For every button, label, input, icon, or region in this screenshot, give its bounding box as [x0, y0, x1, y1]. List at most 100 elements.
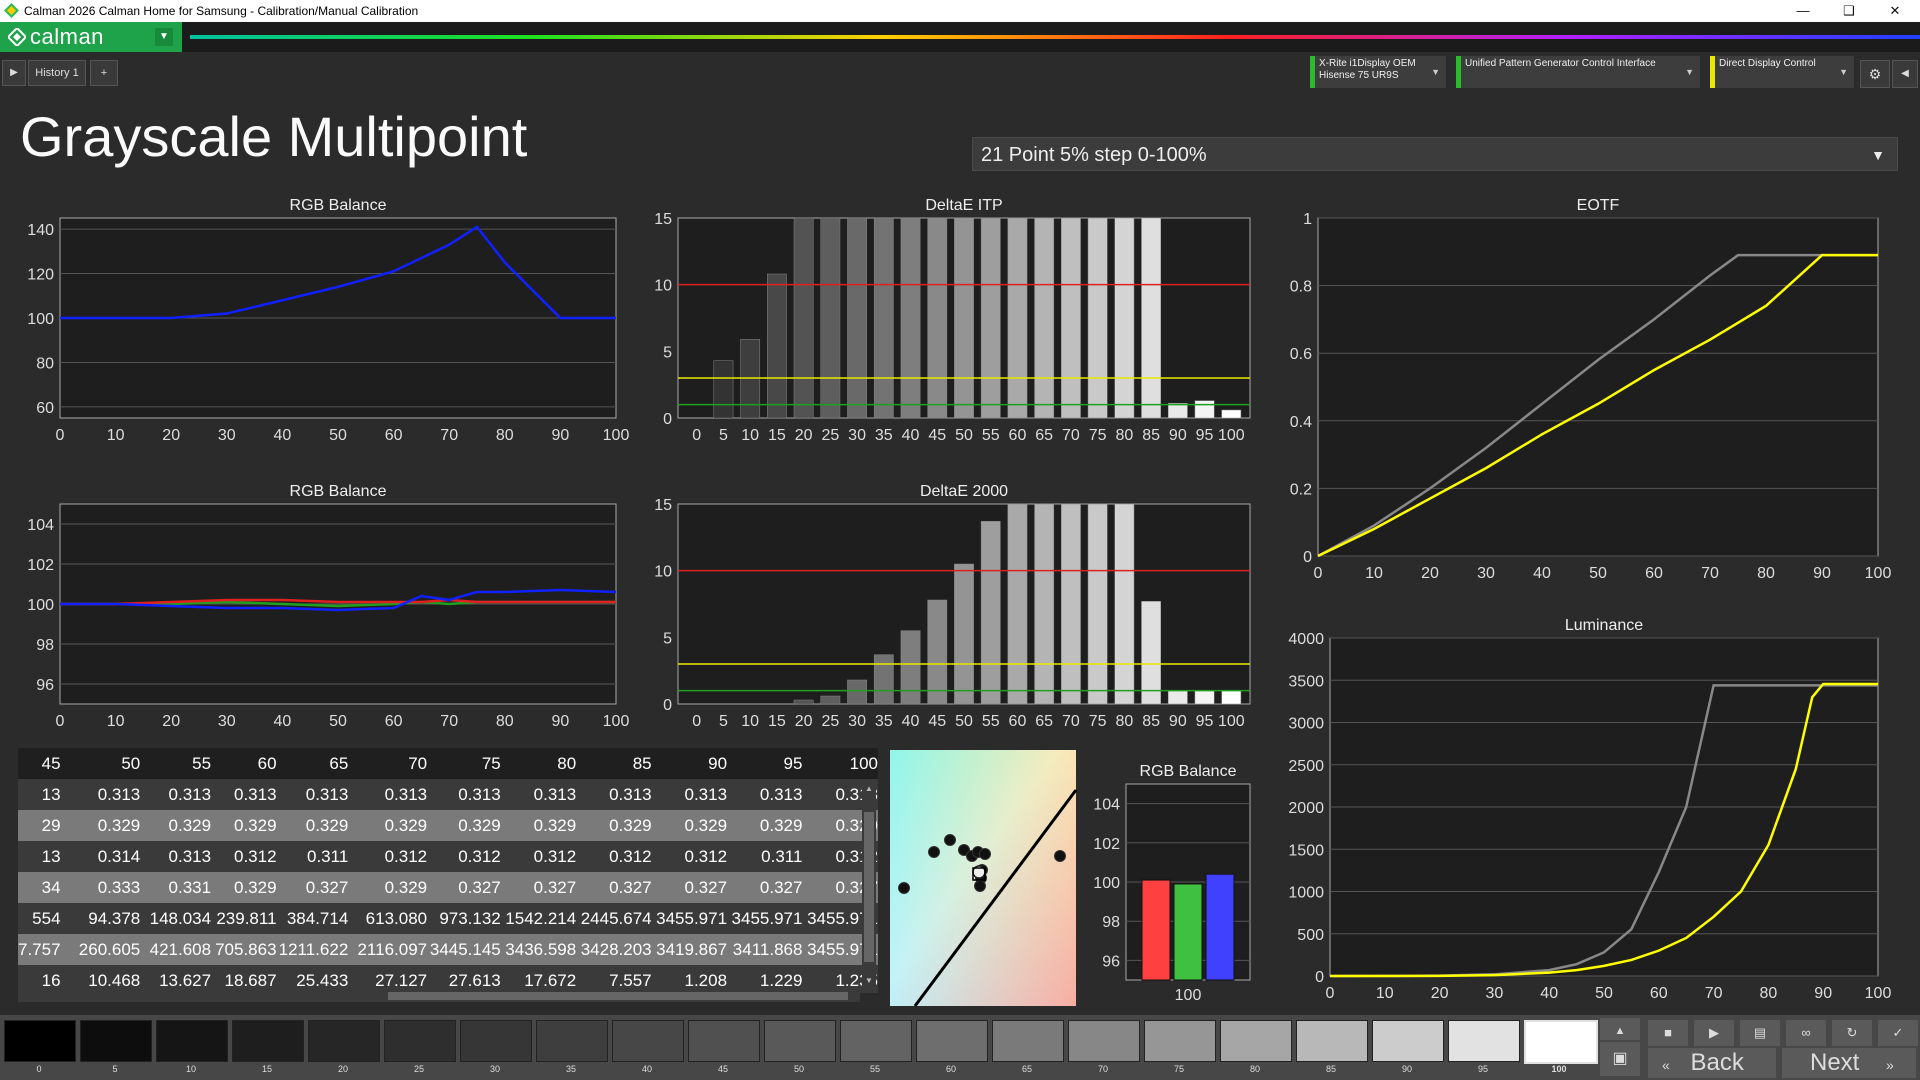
hscrollbar-thumb[interactable]: [388, 992, 848, 1000]
eotf-plot-area: [1317, 217, 1879, 557]
swatch-85[interactable]: [1296, 1020, 1368, 1062]
swatch-label: 75: [1173, 1064, 1184, 1074]
rgb-balance-bottom-xtick: 70: [440, 713, 458, 730]
deltae-2000-ytick: 5: [663, 630, 672, 647]
swatch-95[interactable]: [1448, 1020, 1520, 1062]
table-cell: 0.329: [651, 810, 728, 841]
table-cell: 2445.674: [576, 903, 652, 934]
swatch-5[interactable]: [80, 1020, 152, 1062]
swatch-label: 55: [869, 1064, 880, 1074]
swatch-label: 90: [1401, 1064, 1412, 1074]
eotf-xtick: 90: [1813, 565, 1831, 582]
table-cell: 0.329: [348, 872, 428, 903]
swatch-25[interactable]: [384, 1020, 456, 1062]
deltae-itp-xtick: 25: [821, 427, 839, 444]
table-cell: 0.329: [576, 810, 652, 841]
swatch-0[interactable]: [4, 1020, 76, 1062]
rgb-balance-small-ytick: 102: [1093, 836, 1120, 853]
check-icon[interactable]: ✓: [1878, 1020, 1918, 1046]
table-cell: 1.208: [651, 965, 728, 993]
rgb-balance-bottom-ytick: 102: [27, 557, 54, 574]
table-cell: 0.313: [211, 779, 277, 810]
swatch-55[interactable]: [840, 1020, 912, 1062]
stop-icon[interactable]: ■: [1648, 1020, 1688, 1046]
rgb-balance-top-xtick: 40: [274, 427, 292, 444]
swatch-90[interactable]: [1372, 1020, 1444, 1062]
swatch-label: 70: [1097, 1064, 1108, 1074]
deltae-itp-ytick: 0: [663, 411, 672, 428]
deltae-2000-bar: [1087, 503, 1108, 705]
swatch-60[interactable]: [916, 1020, 988, 1062]
table-cell: 260.605: [60, 934, 141, 965]
table-cell: 973.132: [427, 903, 501, 934]
deltae-2000-title: DeltaE 2000: [920, 483, 1008, 500]
luminance-ytick: 3500: [1288, 673, 1324, 690]
play-measure-icon[interactable]: ▶: [1694, 1020, 1734, 1046]
table-cell: 0.327: [576, 872, 652, 903]
swatch-50[interactable]: [764, 1020, 836, 1062]
table-cell: 0.312: [211, 841, 277, 872]
deltae-2000-xtick: 70: [1062, 713, 1080, 730]
eotf-ytick: 1: [1303, 211, 1312, 228]
table-cell: 1211.622: [276, 934, 349, 965]
swatch-70[interactable]: [1068, 1020, 1140, 1062]
rgb-balance-small-chart: RGB Balance 104 102 100 98 96 100: [1093, 763, 1251, 1004]
eotf-ytick: 0.2: [1290, 481, 1312, 498]
table-row: 34 0.333 0.331 0.329 0.327 0.329 0.327 0.327 0.3…: [18, 872, 878, 903]
rgb-balance-small-xlabel: 100: [1175, 987, 1202, 1004]
swatch-20[interactable]: [308, 1020, 380, 1062]
deltae-itp-xtick: 70: [1062, 427, 1080, 444]
back-button[interactable]: « Back: [1648, 1048, 1776, 1078]
table-row: 7.757 260.605 421.608 705.863 1211.622 2116.0…: [18, 934, 878, 965]
swatch-label: 40: [641, 1064, 652, 1074]
deltae-itp-ytick: 10: [654, 278, 672, 295]
next-label: Next: [1810, 1049, 1860, 1076]
scrollbar-thumb[interactable]: [864, 812, 874, 962]
luminance-xtick: 60: [1650, 985, 1668, 1002]
deltae-itp-bar: [1007, 217, 1028, 419]
scroll-down-icon[interactable]: ▼: [864, 976, 874, 986]
table-cell: 3436.598: [500, 934, 577, 965]
deltae-itp-bar: [873, 217, 894, 419]
column-header: 60: [211, 748, 277, 779]
swatch-65[interactable]: [992, 1020, 1064, 1062]
continuous-icon[interactable]: ∞: [1786, 1020, 1826, 1046]
luminance-xtick: 0: [1326, 985, 1335, 1002]
table-cell: 2116.097: [348, 934, 428, 965]
luminance-title: Luminance: [1565, 617, 1643, 634]
deltae-itp-xtick: 45: [928, 427, 946, 444]
swatch-15[interactable]: [232, 1020, 304, 1062]
deltae-2000-xtick: 40: [902, 713, 920, 730]
deltae-itp-bar: [1221, 409, 1242, 419]
swatch-40[interactable]: [612, 1020, 684, 1062]
swatch-100[interactable]: [1524, 1020, 1598, 1064]
swatch-label: 15: [261, 1064, 272, 1074]
swatch-30[interactable]: [460, 1020, 532, 1062]
next-button[interactable]: Next »: [1782, 1048, 1916, 1078]
swatch-35[interactable]: [536, 1020, 608, 1062]
rgb-balance-bottom-xtick: 90: [552, 713, 570, 730]
rgb-balance-top-ytick: 100: [27, 311, 54, 328]
up-icon[interactable]: ▲: [1600, 1018, 1640, 1040]
swatch-10[interactable]: [156, 1020, 228, 1062]
rgb-balance-top-xtick: 90: [552, 427, 570, 444]
horizontal-scrollbar[interactable]: [18, 990, 860, 1002]
deltae-itp-xtick: 35: [875, 427, 893, 444]
table-cell: 0.312: [576, 841, 652, 872]
swatch-45[interactable]: [688, 1020, 760, 1062]
swatch-80[interactable]: [1220, 1020, 1292, 1062]
eotf-xtick: 30: [1477, 565, 1495, 582]
vertical-scrollbar[interactable]: ▲ ▼: [862, 782, 876, 988]
read-series-icon[interactable]: ▤: [1740, 1020, 1780, 1046]
deltae-2000-xtick: 55: [982, 713, 1000, 730]
rgb-balance-bottom-xtick: 10: [107, 713, 125, 730]
stop-pattern-button[interactable]: ▣: [1600, 1042, 1640, 1076]
deltae-itp-xtick: 55: [982, 427, 1000, 444]
swatch-75[interactable]: [1144, 1020, 1216, 1062]
refresh-icon[interactable]: ↻: [1832, 1020, 1872, 1046]
table-cell: 3455.971: [727, 903, 803, 934]
table-cell: 17.672: [500, 965, 577, 993]
deltae-2000-bar: [1007, 503, 1028, 705]
deltae-2000-bar: [1141, 601, 1161, 705]
scroll-up-icon[interactable]: ▲: [864, 784, 874, 794]
